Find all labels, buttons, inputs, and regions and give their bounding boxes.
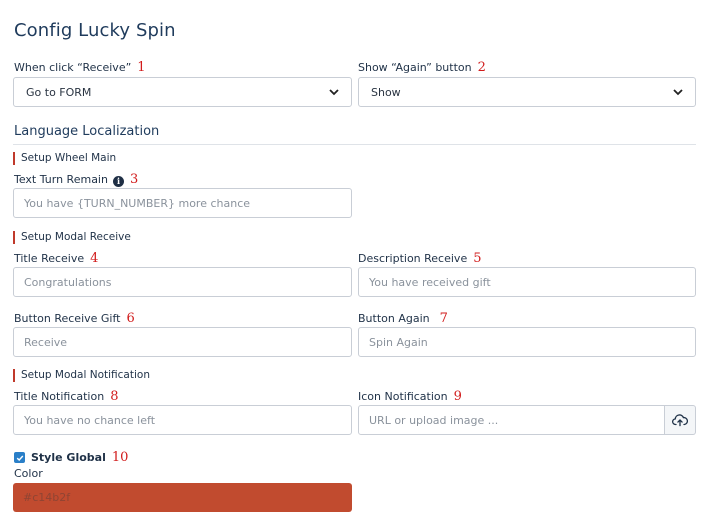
title-receive-label-text: Title Receive: [14, 252, 85, 265]
title-notification-label: Title Notification 8: [14, 389, 118, 404]
annotation-number: 5: [473, 251, 482, 266]
button-receive-gift-label-text: Button Receive Gift: [14, 312, 121, 325]
annotation-number: 8: [110, 389, 119, 404]
modal-receive-heading: Setup Modal Receive: [13, 231, 131, 244]
annotation-number: 6: [126, 311, 135, 326]
title-notification-input[interactable]: You have no chance left: [13, 405, 352, 435]
receive-action-label: When click “Receive” 1: [14, 60, 146, 75]
receive-action-value: Go to FORM: [26, 85, 92, 99]
receive-action-label-text: When click “Receive”: [14, 61, 132, 74]
button-again-label-text: Button Again: [358, 312, 430, 325]
icon-notification-input[interactable]: URL or upload image ...: [358, 405, 665, 435]
again-button-select[interactable]: Show: [358, 77, 696, 107]
annotation-number: 2: [477, 60, 486, 75]
description-receive-label: Description Receive 5: [358, 251, 482, 266]
button-again-input[interactable]: Spin Again: [358, 327, 696, 357]
again-button-value: Show: [371, 85, 401, 99]
description-receive-label-text: Description Receive: [358, 252, 468, 265]
title-receive-label: Title Receive 4: [14, 251, 98, 266]
localization-heading: Language Localization: [14, 124, 160, 139]
title-receive-input[interactable]: Congratulations: [13, 267, 352, 297]
annotation-number: 7: [439, 311, 448, 326]
upload-button[interactable]: [665, 405, 696, 435]
modal-notification-heading: Setup Modal Notification: [13, 369, 150, 382]
icon-notification-label-text: Icon Notification: [358, 390, 448, 403]
check-icon: [16, 455, 23, 461]
style-global-checkbox-row[interactable]: Style Global 10: [14, 450, 128, 465]
turn-remain-input[interactable]: You have {TURN_NUMBER} more chance: [13, 188, 352, 218]
annotation-number: 3: [129, 172, 139, 187]
color-picker[interactable]: #c14b2f: [13, 483, 352, 512]
color-label: Color: [14, 467, 43, 480]
again-button-label: Show “Again” button 2: [358, 60, 486, 75]
button-receive-gift-label: Button Receive Gift 6: [14, 311, 135, 326]
annotation-number: 1: [137, 60, 146, 75]
info-icon[interactable]: i: [112, 176, 124, 187]
turn-remain-label-text: Text Turn Remain: [14, 173, 108, 186]
chevron-down-icon: [329, 89, 339, 96]
divider: [13, 144, 696, 145]
page-title: Config Lucky Spin: [14, 20, 176, 41]
annotation-number: 9: [453, 389, 462, 404]
button-receive-gift-input[interactable]: Receive: [13, 327, 352, 357]
button-again-label: Button Again 7: [358, 311, 448, 326]
style-global-checkbox[interactable]: [14, 452, 25, 463]
again-button-label-text: Show “Again” button: [358, 61, 472, 74]
turn-remain-label: Text Turn Remain i 3: [14, 172, 138, 187]
color-value: #c14b2f: [23, 491, 71, 504]
receive-action-select[interactable]: Go to FORM: [13, 77, 352, 107]
style-global-label: Style Global: [31, 451, 106, 464]
title-notification-label-text: Title Notification: [14, 390, 105, 403]
annotation-number: 4: [90, 251, 99, 266]
cloud-upload-icon: [672, 414, 688, 427]
wheel-main-heading: Setup Wheel Main: [13, 152, 116, 165]
icon-notification-label: Icon Notification 9: [358, 389, 462, 404]
annotation-number: 10: [111, 450, 129, 465]
chevron-down-icon: [673, 89, 683, 96]
description-receive-input[interactable]: You have received gift: [358, 267, 696, 297]
